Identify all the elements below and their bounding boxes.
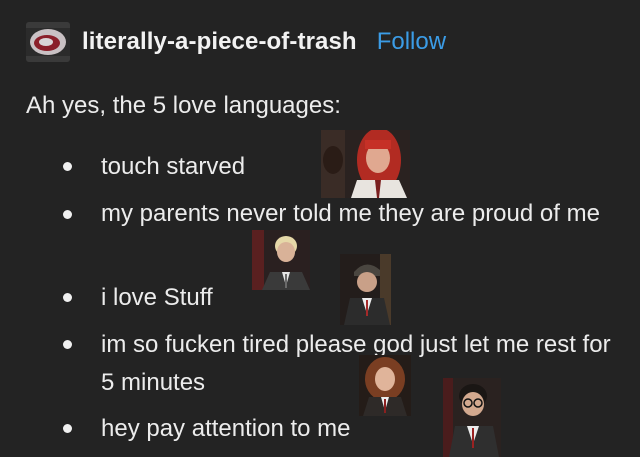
bullet-icon xyxy=(63,210,72,219)
post-intro: Ah yes, the 5 love languages: xyxy=(26,92,341,119)
username-link[interactable]: literally-a-piece-of-trash xyxy=(82,28,357,56)
follow-button[interactable]: Follow xyxy=(377,28,446,56)
reaction-image xyxy=(252,230,310,290)
bullet-text: my parents never told me they are proud … xyxy=(101,200,600,227)
bullet-icon xyxy=(63,340,72,349)
reaction-image xyxy=(443,378,501,457)
reaction-image xyxy=(359,355,411,416)
bullet-text: im so fucken tired please god just let m… xyxy=(101,331,611,396)
bullet-icon xyxy=(63,162,72,171)
user-avatar[interactable] xyxy=(26,22,70,62)
avatar-image xyxy=(26,22,70,62)
reaction-image xyxy=(340,254,391,325)
bullet-icon xyxy=(63,424,72,433)
reaction-image xyxy=(321,130,410,198)
bullet-icon xyxy=(63,293,72,302)
post-header: literally-a-piece-of-trash Follow xyxy=(26,20,446,64)
